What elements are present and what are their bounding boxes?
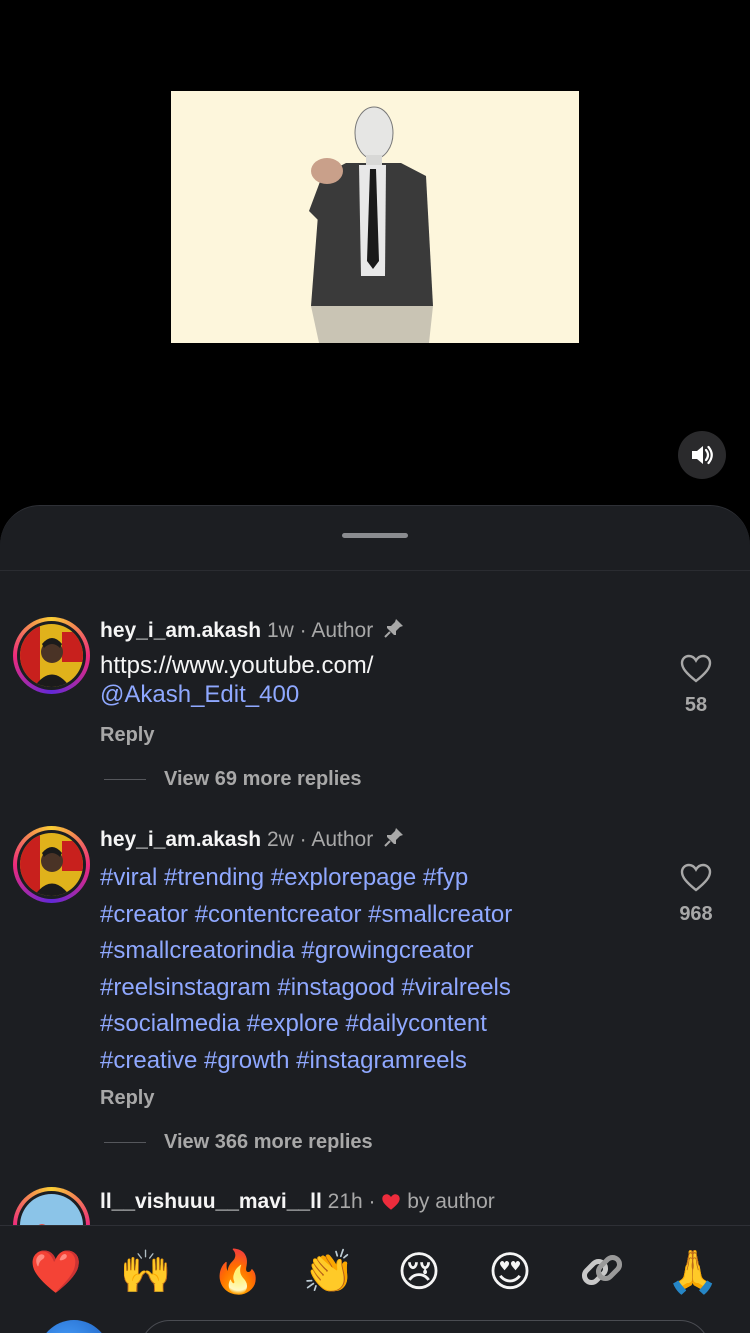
like-button[interactable]: 58 (660, 654, 732, 717)
reaction-raised-hands-emoji[interactable]: 🙌 (118, 1244, 174, 1300)
sheet-divider (0, 570, 750, 571)
reply-button[interactable]: Reply (100, 724, 154, 747)
user-avatar-image (20, 624, 83, 687)
meta-separator: · (368, 1190, 376, 1213)
pin-icon (383, 826, 405, 855)
hashtag-line[interactable]: #reelsinstagram #instagood #viralreels (100, 970, 512, 1007)
comment-header: hey_i_am.akash 1w · Author (100, 617, 405, 646)
liked-by-author-label: by author (407, 1190, 495, 1213)
avatar[interactable] (13, 617, 90, 694)
comment-hashtags: #viral #trending #explorepage #fyp #crea… (100, 860, 512, 1079)
hashtag-line[interactable]: #creator #contentcreator #smallcreator (100, 897, 512, 934)
view-more-replies-label: View 366 more replies (164, 1131, 373, 1153)
reaction-heart-eyes-emoji[interactable]: 😍 (482, 1244, 538, 1300)
meta-separator: · (299, 828, 307, 852)
comment-text: https://www.youtube.com/ @Akash_Edit_400 (100, 648, 373, 713)
pin-icon (383, 617, 405, 646)
replies-divider-line (104, 1142, 146, 1144)
comment-time: 1w (266, 619, 294, 643)
comment-time: 21h (327, 1190, 363, 1213)
comment-username[interactable]: ll__vishuuu__mavi__ll (100, 1190, 322, 1213)
meta-separator: · (299, 619, 307, 643)
comment-header: hey_i_am.akash 2w · Author (100, 826, 405, 855)
user-avatar-image (20, 833, 83, 896)
reaction-fire-emoji[interactable]: 🔥 (210, 1244, 266, 1300)
view-more-replies-label: View 69 more replies (164, 768, 362, 790)
replies-divider-line (104, 779, 146, 781)
comment-username[interactable]: hey_i_am.akash (100, 828, 261, 851)
heart-outline-icon (680, 863, 712, 892)
view-more-replies-button[interactable]: View 366 more replies (104, 1131, 373, 1154)
hashtag-line[interactable]: #socialmedia #explore #dailycontent (100, 1006, 512, 1043)
heart-filled-icon (381, 1190, 407, 1213)
comment-input[interactable] (140, 1320, 710, 1333)
like-count: 58 (684, 694, 708, 716)
heart-outline-icon (680, 654, 712, 683)
hashtag-line[interactable]: #creative #growth #instagramreels (100, 1043, 512, 1080)
hashtag-line[interactable]: #viral #trending #explorepage #fyp (100, 860, 512, 897)
video-thumbnail-image (171, 91, 579, 343)
view-more-replies-button[interactable]: View 69 more replies (104, 768, 362, 791)
avatar[interactable] (13, 826, 90, 903)
reaction-crying-emoji[interactable]: 😢 (391, 1244, 447, 1300)
reel-video-area[interactable] (0, 0, 750, 520)
like-count: 968 (679, 903, 713, 925)
reaction-clap-emoji[interactable]: 👏 (301, 1244, 357, 1300)
speaker-icon (692, 445, 713, 465)
hashtag-line[interactable]: #smallcreatorindia #growingcreator (100, 933, 512, 970)
volume-toggle-button[interactable] (678, 431, 726, 479)
comment-time: 2w (266, 828, 294, 852)
current-user-avatar[interactable] (38, 1320, 110, 1333)
sheet-drag-handle[interactable] (342, 533, 408, 538)
reply-button[interactable]: Reply (100, 1087, 154, 1110)
author-label: Author (311, 828, 374, 852)
like-button[interactable]: 968 (660, 863, 732, 926)
quick-reactions-bar: ❤️ 🙌 🔥 👏 😢 😍 🙏 (0, 1225, 750, 1333)
video-frame[interactable] (171, 91, 579, 343)
reaction-heart-emoji[interactable]: ❤️ (28, 1244, 84, 1300)
comments-sheet: hey_i_am.akash 1w · Author https://www.y… (0, 505, 750, 1333)
reaction-pray-emoji[interactable]: 🙏 (665, 1244, 721, 1300)
comment-header: ll__vishuuu__mavi__ll 21h · by author (100, 1189, 495, 1215)
comment-username[interactable]: hey_i_am.akash (100, 619, 261, 642)
author-label: Author (311, 619, 374, 643)
link-icon[interactable] (578, 1246, 626, 1299)
